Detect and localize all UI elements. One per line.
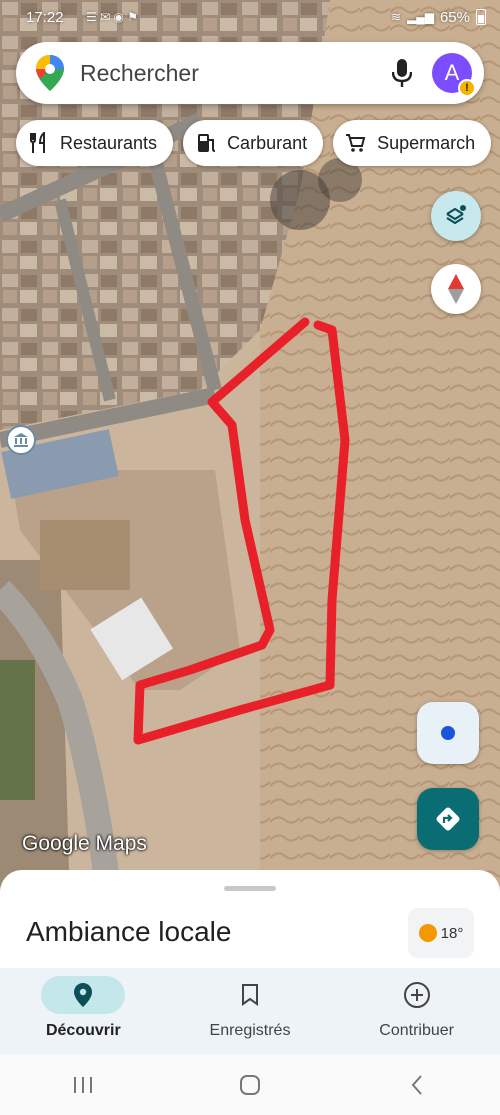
- fuel-icon: [198, 134, 216, 152]
- search-input[interactable]: [80, 59, 382, 87]
- satellite-map[interactable]: 17:22 ☰ ✉ ◉ ⚑ ≋ ▂▄▆ 65% A !: [0, 0, 500, 905]
- chip-label: Restaurants: [60, 132, 158, 153]
- add-circle-icon: [403, 982, 430, 1008]
- back-icon: [411, 1074, 422, 1095]
- sheet-handle[interactable]: [224, 886, 276, 891]
- layers-button[interactable]: [431, 191, 481, 241]
- nav-saved[interactable]: Enregistrés: [167, 976, 333, 1040]
- directions-icon: [436, 807, 460, 831]
- sun-icon: [418, 924, 437, 942]
- back-button[interactable]: [387, 1073, 447, 1097]
- nav-pill: [208, 976, 292, 1014]
- search-bar[interactable]: A !: [16, 42, 484, 104]
- chip-label: Supermarch: [377, 132, 476, 153]
- bookmark-icon: [241, 984, 258, 1006]
- nav-label: Découvrir: [45, 1022, 121, 1039]
- avatar[interactable]: A !: [432, 53, 476, 97]
- chip-label: Carburant: [227, 132, 308, 153]
- chip-supermarket[interactable]: Supermarch: [333, 120, 492, 166]
- chip-restaurants[interactable]: Restaurants: [16, 120, 174, 166]
- map-watermark: Google Maps: [22, 832, 147, 855]
- warning-icon: !: [458, 79, 476, 97]
- nav-label: Enregistrés: [209, 1022, 291, 1039]
- layers-icon: [446, 205, 466, 225]
- compass-button[interactable]: [431, 264, 481, 314]
- recents-button[interactable]: [53, 1075, 113, 1095]
- weather-badge[interactable]: 18°: [408, 908, 474, 958]
- bottom-sheet[interactable]: Ambiance locale 18°: [0, 870, 500, 970]
- battery-icon: [476, 9, 486, 25]
- category-chips: Restaurants Carburant Supermarch: [16, 120, 492, 166]
- status-time: 17:22: [26, 8, 64, 26]
- nav-pill: [41, 976, 126, 1014]
- chip-fuel[interactable]: Carburant: [183, 120, 324, 166]
- home-button[interactable]: [220, 1073, 280, 1097]
- battery-text: 65%: [439, 8, 470, 26]
- google-maps-pin-icon: [36, 55, 64, 91]
- cart-icon: [346, 134, 366, 152]
- nav-contribute[interactable]: Contribuer: [334, 976, 500, 1040]
- system-nav-bar: [0, 1054, 500, 1115]
- directions-button[interactable]: [417, 788, 479, 850]
- nav-pill: [375, 976, 459, 1014]
- weather-temp: 18°: [440, 924, 464, 942]
- museum-marker-icon[interactable]: [6, 425, 36, 455]
- avatar-initial: A: [444, 60, 460, 85]
- place-icon: [74, 983, 93, 1007]
- mic-icon[interactable]: [382, 53, 422, 93]
- status-bar: 17:22 ☰ ✉ ◉ ⚑ ≋ ▂▄▆ 65%: [0, 0, 500, 34]
- restaurant-icon: [30, 132, 45, 153]
- my-location-button[interactable]: [417, 702, 479, 764]
- status-right: ≋ ▂▄▆ 65%: [391, 9, 486, 26]
- recents-icon: [74, 1076, 93, 1093]
- home-icon: [239, 1074, 260, 1095]
- compass-icon: [448, 274, 464, 304]
- wifi-icon: ≋: [390, 10, 401, 24]
- signal-icon: ▂▄▆: [407, 10, 434, 24]
- notification-icons: ☰ ✉ ◉ ⚑: [86, 10, 139, 24]
- nav-label: Contribuer: [379, 1022, 454, 1039]
- bottom-nav: Découvrir Enregistrés Contribuer: [0, 968, 500, 1054]
- nav-discover[interactable]: Découvrir: [0, 976, 166, 1040]
- sheet-title: Ambiance locale: [26, 916, 232, 947]
- location-dot-icon: [441, 726, 455, 740]
